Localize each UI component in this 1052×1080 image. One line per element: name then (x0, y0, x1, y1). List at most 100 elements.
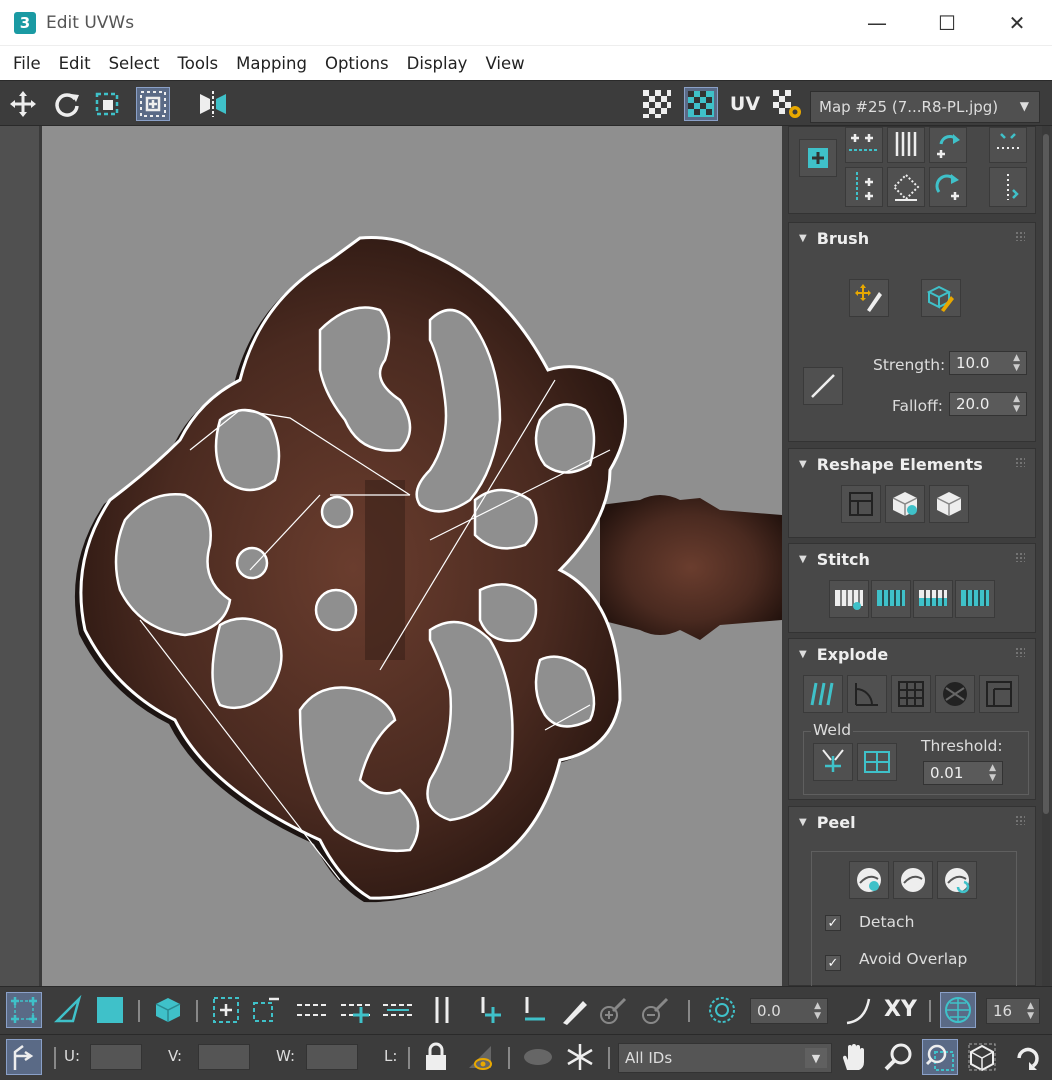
reset-peel-icon[interactable] (937, 861, 977, 899)
flatten-by-polygon-icon[interactable] (891, 675, 931, 713)
pan-hand-icon[interactable] (836, 1039, 872, 1075)
edge-ring-icon[interactable] (380, 992, 416, 1028)
menu-file[interactable]: File (4, 54, 50, 73)
checker-icon[interactable] (640, 87, 674, 121)
grid-size-field[interactable]: 16 ▲ ▼ (986, 998, 1040, 1024)
menu-edit[interactable]: Edit (50, 54, 100, 73)
edge-loop-icon[interactable] (294, 992, 330, 1028)
ring-select-icon[interactable] (424, 992, 460, 1028)
relax-settings-icon[interactable] (929, 485, 969, 523)
hide-eye-icon[interactable] (462, 1039, 498, 1075)
ring-grow-icon[interactable] (472, 992, 508, 1028)
grow-selection-icon[interactable] (208, 992, 244, 1028)
flatten-by-angle-icon[interactable] (847, 675, 887, 713)
show-eye-icon[interactable] (520, 1039, 556, 1075)
angle-field[interactable]: 0.0 ▲ ▼ (750, 998, 828, 1024)
explode-header[interactable]: ▼ Explode (789, 639, 1035, 669)
stitch-average-icon[interactable] (913, 580, 953, 618)
brush-header[interactable]: ▼ Brush (789, 223, 1035, 253)
break-icon[interactable] (803, 675, 843, 713)
vertex-mode-icon[interactable] (6, 992, 42, 1028)
add-vertex-icon[interactable] (799, 139, 837, 177)
straighten-icon[interactable] (887, 167, 925, 207)
maximize-button[interactable]: ☐ (912, 0, 982, 46)
menu-select[interactable]: Select (100, 54, 169, 73)
spinner-arrows-icon[interactable]: ▲ ▼ (1013, 394, 1020, 414)
falloff-spinner[interactable]: 20.0 ▲ ▼ (949, 392, 1027, 416)
peel-header[interactable]: ▼ Peel (789, 807, 1035, 837)
lock-icon[interactable] (418, 1039, 454, 1075)
avoid-overlap-checkbox[interactable]: ✓ (825, 955, 841, 971)
rotate-icon[interactable] (50, 87, 84, 121)
freeze-icon[interactable] (562, 1039, 598, 1075)
rotate-cw-icon[interactable] (929, 167, 967, 207)
soft-selection-icon[interactable] (704, 992, 740, 1028)
menu-display[interactable]: Display (398, 54, 477, 73)
weld-target-icon[interactable] (813, 743, 853, 781)
pan-snap-icon[interactable] (1010, 1039, 1046, 1075)
absolute-mode-icon[interactable] (6, 1039, 42, 1075)
polygon-mode-icon[interactable] (92, 992, 128, 1028)
stitch-to-target-icon[interactable] (871, 580, 911, 618)
flatten-by-smoothing-icon[interactable] (979, 675, 1019, 713)
menu-view[interactable]: View (476, 54, 533, 73)
detach-checkbox[interactable]: ✓ (825, 915, 841, 931)
scale-icon[interactable] (136, 87, 170, 121)
align-vertical-icon[interactable] (845, 167, 883, 207)
flatten-by-material-icon[interactable] (935, 675, 975, 713)
paint-move-icon[interactable] (849, 279, 889, 317)
uv-viewport[interactable] (42, 126, 782, 986)
weld-selected-icon[interactable] (857, 743, 897, 781)
reshape-header[interactable]: ▼ Reshape Elements (789, 449, 1035, 479)
space-vertical-icon[interactable] (887, 127, 925, 163)
stitch-to-source-icon[interactable] (955, 580, 995, 618)
show-map-icon[interactable] (684, 87, 718, 121)
scrollbar-thumb[interactable] (1043, 134, 1049, 814)
edge-loop-grow-icon[interactable] (338, 992, 374, 1028)
id-filter-select[interactable]: All IDs ▼ (618, 1043, 832, 1073)
zoom-extents-icon[interactable] (964, 1039, 1000, 1075)
element-mode-icon[interactable] (150, 992, 186, 1028)
menu-mapping[interactable]: Mapping (227, 54, 316, 73)
paint-relax-icon[interactable] (921, 279, 961, 317)
falloff-type-icon[interactable] (840, 992, 876, 1028)
align-vertical-top-icon[interactable] (989, 127, 1027, 163)
relax-icon[interactable] (885, 485, 925, 523)
zoom-icon[interactable] (880, 1039, 916, 1075)
minimize-button[interactable]: — (842, 0, 912, 46)
uv-label[interactable]: UV (728, 87, 762, 121)
menu-tools[interactable]: Tools (168, 54, 227, 73)
spinner-arrows-icon[interactable]: ▲ ▼ (1013, 353, 1020, 373)
spinner-arrows-icon[interactable]: ▲ ▼ (814, 1001, 821, 1021)
falloff-curve-icon[interactable] (803, 367, 843, 405)
panel-scrollbar[interactable] (1042, 126, 1050, 986)
straighten-selection-icon[interactable] (841, 485, 881, 523)
u-field[interactable] (90, 1044, 142, 1070)
ring-shrink-icon[interactable] (516, 992, 552, 1028)
xy-axis-label[interactable]: XY (884, 997, 917, 1022)
spinner-arrows-icon[interactable]: ▲ ▼ (989, 763, 996, 783)
chevron-down-icon[interactable]: ▼ (805, 1048, 827, 1068)
v-field[interactable] (198, 1044, 250, 1070)
move-icon[interactable] (6, 87, 40, 121)
align-vertical-bottom-icon[interactable] (989, 167, 1027, 207)
edge-mode-icon[interactable] (50, 992, 86, 1028)
paint-select-add-icon[interactable] (596, 992, 632, 1028)
threshold-spinner[interactable]: 0.01 ▲ ▼ (923, 761, 1003, 785)
close-button[interactable]: ✕ (982, 0, 1052, 46)
freeform-icon[interactable] (92, 87, 126, 121)
paint-select-icon[interactable] (556, 992, 592, 1028)
paint-select-remove-icon[interactable] (638, 992, 674, 1028)
rotate-ccw-icon[interactable] (929, 127, 967, 163)
w-field[interactable] (306, 1044, 358, 1070)
settings-checker-icon[interactable] (770, 87, 804, 121)
strength-spinner[interactable]: 10.0 ▲ ▼ (949, 351, 1027, 375)
quick-peel-icon[interactable] (849, 861, 889, 899)
spinner-arrows-icon[interactable]: ▲ ▼ (1027, 1001, 1034, 1021)
grid-snap-icon[interactable] (940, 992, 976, 1028)
align-horizontal-icon[interactable] (845, 127, 883, 163)
stitch-to-target-settings-icon[interactable] (829, 580, 869, 618)
mirror-icon[interactable] (196, 87, 230, 121)
peel-mode-icon[interactable] (893, 861, 933, 899)
map-select[interactable]: Map #25 (7...R8-PL.jpg) ▼ (810, 91, 1040, 123)
